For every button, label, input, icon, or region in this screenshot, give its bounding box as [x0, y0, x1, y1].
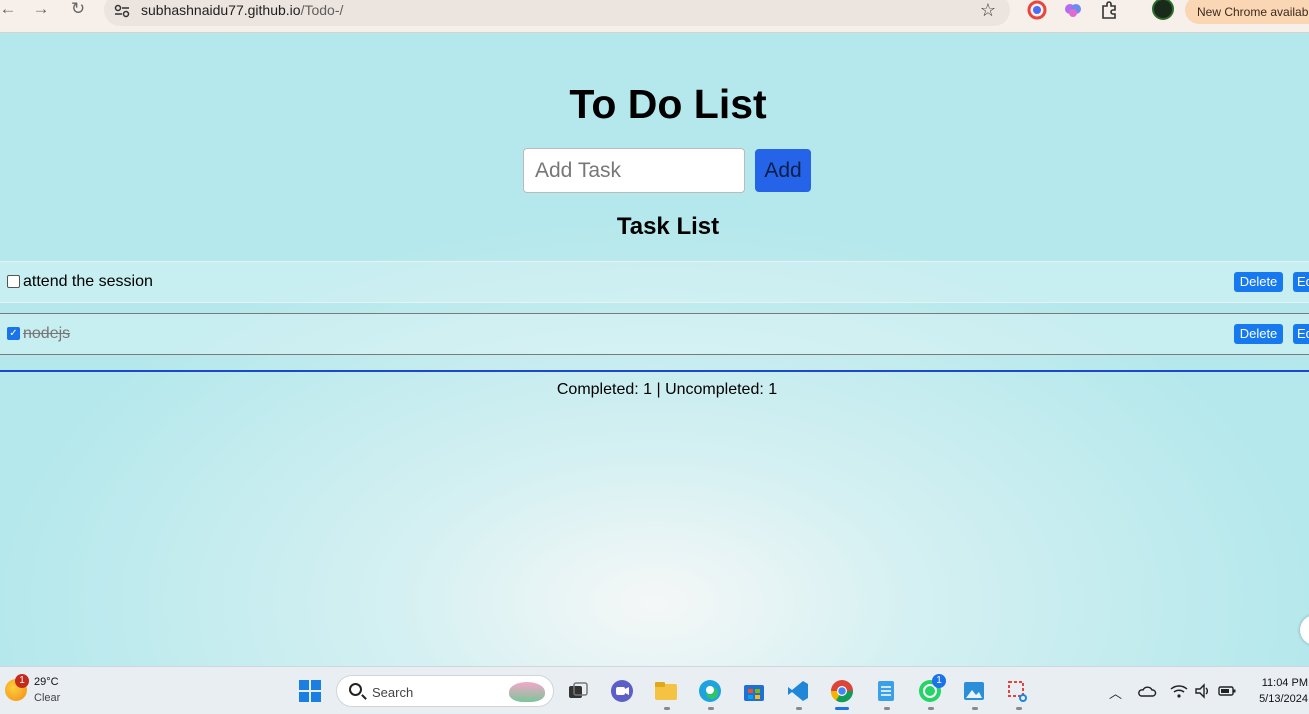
photos-icon[interactable]: [961, 678, 987, 704]
address-bar[interactable]: subhashnaidu77.github.io/Todo-/ ☆: [104, 0, 1010, 26]
back-icon[interactable]: ←: [0, 0, 20, 20]
system-clock[interactable]: 11:04 PM 5/13/2024: [1250, 675, 1308, 707]
task-checkbox-checked[interactable]: ✓: [7, 327, 20, 340]
browser-toolbar: ← → ↻ subhashnaidu77.github.io/Todo-/ ☆ …: [0, 0, 1309, 33]
onedrive-cloud-icon[interactable]: [1137, 681, 1157, 701]
forward-icon[interactable]: →: [29, 0, 53, 20]
windows-start-icon[interactable]: [297, 678, 323, 704]
tray-overflow-chevron-icon[interactable]: ︿: [1109, 683, 1122, 702]
clock-date: 5/13/2024: [1259, 693, 1308, 705]
task-stats: Completed: 1 | Uncompleted: 1: [556, 381, 778, 398]
edit-button[interactable]: Edit: [1293, 272, 1309, 292]
running-indicator: [796, 707, 802, 710]
running-indicator: [928, 707, 934, 710]
snipping-tool-icon[interactable]: [1005, 678, 1031, 704]
taskbar-search[interactable]: Search: [336, 675, 554, 707]
delete-button[interactable]: Delete: [1234, 324, 1283, 344]
search-icon: [349, 683, 362, 696]
task-row: attend the session Delete Edit: [0, 261, 1309, 303]
bookmark-star-icon[interactable]: ☆: [980, 0, 996, 21]
running-indicator: [664, 707, 670, 710]
task-text: attend the session: [23, 273, 153, 290]
site-settings-icon[interactable]: [114, 4, 130, 18]
add-task-input[interactable]: [523, 148, 745, 193]
edge-browser-icon[interactable]: [697, 678, 723, 704]
notepad-icon[interactable]: [873, 678, 899, 704]
url-path: /Todo-/: [300, 2, 344, 18]
edit-button[interactable]: Edit: [1293, 324, 1309, 344]
todo-page: To Do List Add Task List attend the sess…: [0, 33, 1309, 666]
colorful-extension-icon[interactable]: [1027, 0, 1047, 20]
active-indicator: [835, 707, 849, 710]
url-host: subhashnaidu77.github.io: [141, 2, 301, 18]
chrome-icon[interactable]: [829, 678, 855, 704]
chrome-update-button[interactable]: New Chrome available: [1185, 0, 1309, 24]
whatsapp-badge: 1: [932, 674, 946, 688]
running-indicator: [884, 707, 890, 710]
task-list-heading: Task List: [616, 213, 720, 240]
url-text[interactable]: subhashnaidu77.github.io/Todo-/: [141, 2, 343, 18]
search-highlight-icon: [509, 682, 545, 702]
wifi-icon[interactable]: [1169, 681, 1189, 701]
vscode-icon[interactable]: [785, 678, 811, 704]
task-row: ✓ nodejs Delete Edit: [0, 313, 1309, 355]
brain-extension-icon[interactable]: [1063, 0, 1083, 20]
running-indicator: [1016, 707, 1022, 710]
file-explorer-icon[interactable]: [653, 678, 679, 704]
running-indicator: [972, 707, 978, 710]
task-text-completed: nodejs: [23, 325, 71, 342]
meet-chat-icon[interactable]: [609, 678, 635, 704]
clock-time: 11:04 PM: [1261, 677, 1308, 689]
task-checkbox[interactable]: [7, 275, 20, 288]
stats-divider: [0, 370, 1309, 372]
profile-avatar[interactable]: [1152, 0, 1174, 20]
battery-icon[interactable]: [1217, 681, 1237, 701]
taskbar-search-label: Search: [372, 685, 414, 700]
extensions-puzzle-icon[interactable]: [1099, 0, 1119, 20]
reload-icon[interactable]: ↻: [66, 0, 90, 20]
volume-icon[interactable]: [1193, 681, 1213, 701]
delete-button[interactable]: Delete: [1234, 272, 1283, 292]
weather-condition: Clear: [34, 692, 61, 704]
page-title: To Do List: [569, 81, 767, 127]
weather-temp: 29°C: [34, 676, 59, 688]
weather-badge: 1: [15, 674, 29, 688]
running-indicator: [708, 707, 714, 710]
task-view-icon[interactable]: [565, 678, 591, 704]
floating-side-button[interactable]: [1300, 615, 1309, 645]
microsoft-store-icon[interactable]: [741, 678, 767, 704]
windows-taskbar: 1 29°C Clear Search 1 ︿ 11:04 PM 5/13/20…: [0, 666, 1309, 714]
add-task-button[interactable]: Add: [755, 149, 811, 192]
